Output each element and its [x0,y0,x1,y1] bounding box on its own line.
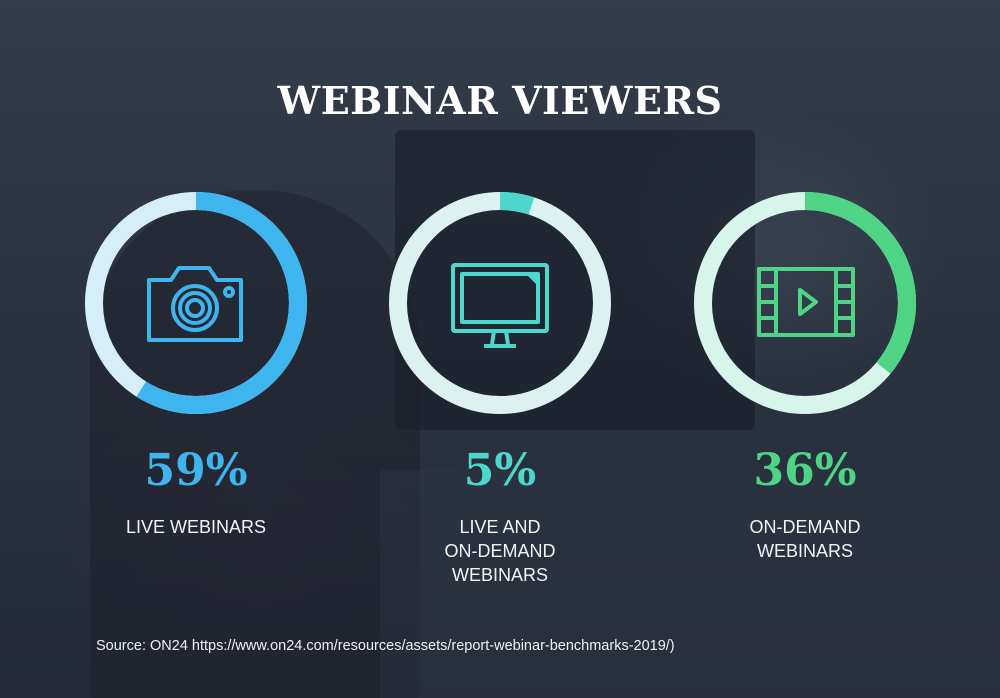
source-note: Source: ON24 https://www.on24.com/resour… [96,638,675,654]
camera-icon [145,262,245,349]
category-label-live: LIVE WEBINARS [125,517,267,537]
category-label-live-and-on-demand: LIVE AND ON-DEMAND WEBINARS [444,517,556,585]
value-label-on-demand: 36% [753,445,857,496]
monitor-icon [450,262,550,357]
value-label-live: 59% [144,445,248,496]
category-label-on-demand: ON-DEMAND WEBINARS [749,517,861,561]
video-icon [756,266,856,343]
value-label-live-and-on-demand: 5% [463,445,537,496]
page-title: WEBINAR VIEWERS [277,78,723,123]
